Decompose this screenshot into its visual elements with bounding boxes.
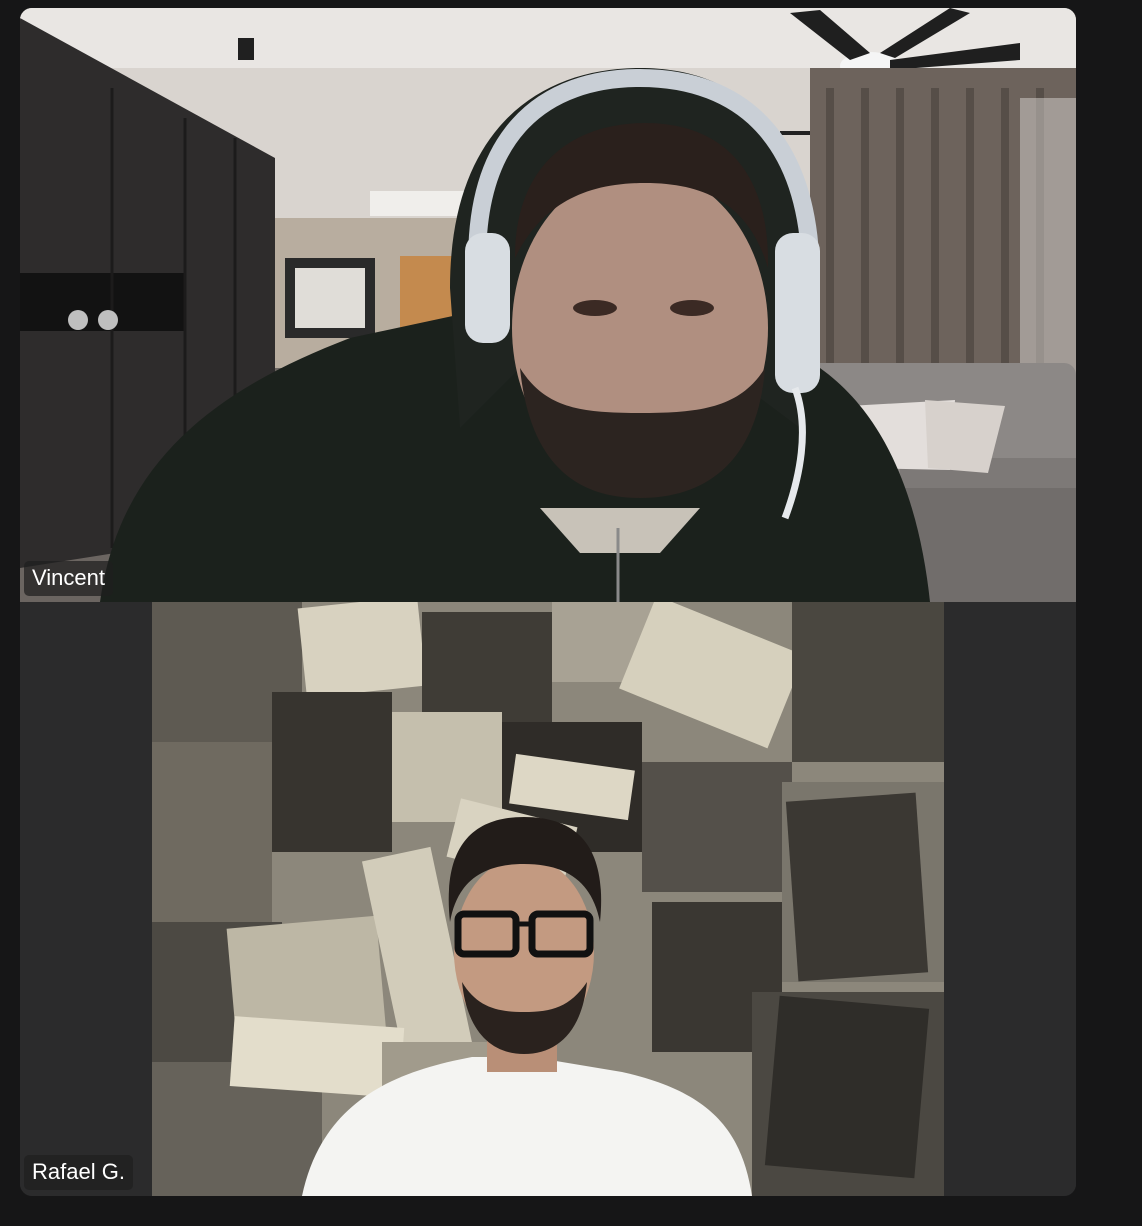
meeting-window: Vincent Rafael G. (0, 0, 1142, 1226)
video-feed-vincent (20, 8, 1076, 602)
participant-tile-vincent[interactable]: Vincent (20, 8, 1076, 602)
video-feed-rafael (152, 602, 944, 1196)
video-gallery: Vincent Rafael G. (20, 8, 1076, 1196)
participant-tile-rafael[interactable]: Rafael G. (20, 602, 1076, 1196)
participant-name-label: Vincent (24, 561, 113, 596)
participant-name-label: Rafael G. (24, 1155, 133, 1190)
